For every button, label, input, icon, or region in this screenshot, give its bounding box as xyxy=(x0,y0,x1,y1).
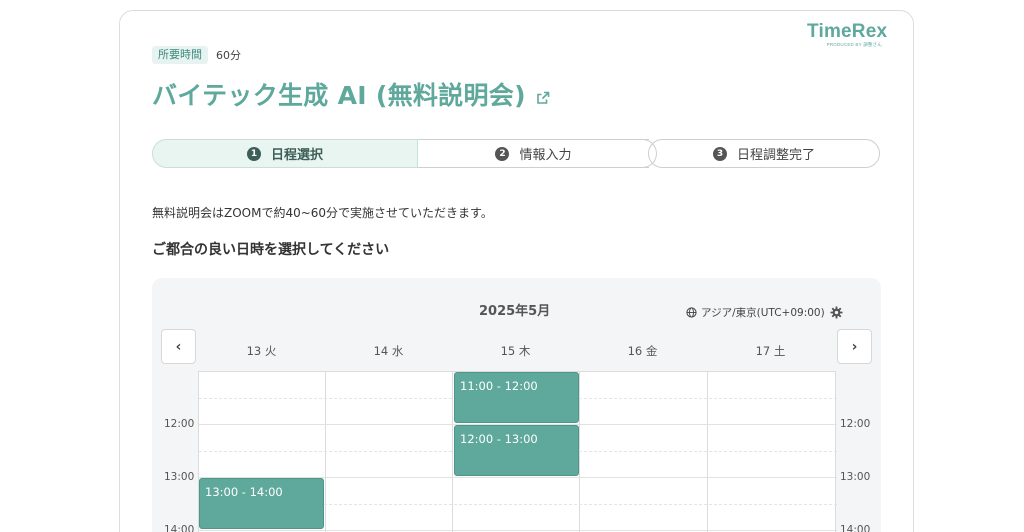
timerex-logo: TimeRex PRODUCED BY 調整さん xyxy=(807,21,888,48)
timezone-label: アジア/東京(UTC+09:00) xyxy=(701,307,825,319)
time-slot[interactable]: 12:00 - 13:00 xyxy=(454,425,579,476)
next-week-button[interactable]: › xyxy=(837,329,872,364)
step-number: 3 xyxy=(712,146,727,161)
logo-text: TimeRex xyxy=(807,21,888,42)
gear-icon[interactable] xyxy=(830,306,843,319)
description-text: 無料説明会はZOOMで約40~60分で実施させていただきます。 xyxy=(152,206,493,220)
time-slot[interactable]: 11:00 - 12:00 xyxy=(454,372,579,423)
chevron-right-icon: › xyxy=(851,338,858,355)
step-complete: 3 日程調整完了 xyxy=(648,139,880,168)
day-header: 16 金 xyxy=(627,344,658,358)
prev-week-button[interactable]: ‹ xyxy=(161,329,196,364)
timezone-selector[interactable]: アジア/東京(UTC+09:00) xyxy=(686,305,825,320)
step-label: 日程調整完了 xyxy=(736,148,815,163)
logo-tagline: PRODUCED BY 調整さん xyxy=(826,42,882,47)
time-label: 13:00 xyxy=(164,471,195,483)
time-label: 12:00 xyxy=(840,418,871,430)
calendar-month: 2025年5月 xyxy=(479,304,551,319)
step-label: 日程選択 xyxy=(270,148,323,163)
day-header: 15 木 xyxy=(500,344,531,358)
external-link-icon[interactable] xyxy=(536,91,550,105)
globe-icon xyxy=(686,307,697,318)
step-date-select: 1 日程選択 xyxy=(152,139,418,168)
step-number: 2 xyxy=(495,146,510,161)
time-label: 14:00 xyxy=(164,524,195,532)
step-number: 1 xyxy=(246,146,261,161)
chevron-left-icon: ‹ xyxy=(175,338,182,355)
title-row: バイテック生成 AI (無料説明会) xyxy=(152,79,550,113)
time-slot[interactable]: 13:00 - 14:00 xyxy=(199,478,324,529)
duration-value: 60分 xyxy=(216,49,241,62)
time-label: 14:00 xyxy=(840,524,871,532)
page-title: バイテック生成 AI (無料説明会) xyxy=(152,81,526,110)
step-indicator: 1 日程選択 2 情報入力 3 日程調整完了 xyxy=(152,139,881,168)
step-label: 情報入力 xyxy=(519,148,572,163)
duration-row: 所要時間 60分 xyxy=(152,46,241,64)
time-label: 13:00 xyxy=(840,471,871,483)
time-label: 12:00 xyxy=(164,418,195,430)
select-datetime-heading: ご都合の良い日時を選択してください xyxy=(152,242,390,258)
day-header: 14 水 xyxy=(373,344,404,358)
step-info-input: 2 情報入力 xyxy=(418,139,657,168)
day-header: 17 土 xyxy=(755,344,786,358)
day-header: 13 火 xyxy=(246,344,277,358)
duration-badge: 所要時間 xyxy=(152,46,208,64)
